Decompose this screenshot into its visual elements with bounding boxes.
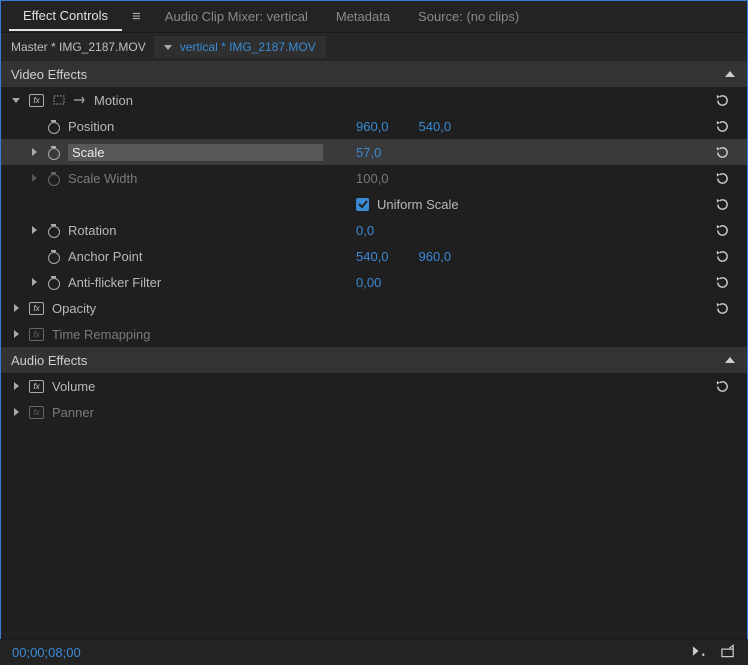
stopwatch-icon[interactable]: [47, 276, 60, 289]
anchor-point-row: Anchor Point 540,0 960,0: [1, 243, 747, 269]
twirl-closed-icon[interactable]: [29, 226, 39, 234]
tab-source[interactable]: Source: (no clips): [404, 3, 533, 30]
scale-width-row: Scale Width 100,0: [1, 165, 747, 191]
fx-badge-icon[interactable]: fx: [29, 406, 44, 419]
export-frame-icon[interactable]: [721, 644, 736, 661]
anti-flicker-label: Anti-flicker Filter: [68, 275, 356, 290]
scale-row[interactable]: Scale 57,0: [1, 139, 747, 165]
scale-width-value: 100,0: [356, 171, 389, 186]
panel-tabs: Effect Controls ≡ Audio Clip Mixer: vert…: [1, 1, 747, 33]
timecode-display[interactable]: 00;00;08;00: [12, 645, 81, 660]
motion-label: Motion: [94, 93, 356, 108]
position-label: Position: [68, 119, 356, 134]
fx-badge-icon[interactable]: fx: [29, 380, 44, 393]
reset-button[interactable]: [713, 196, 731, 212]
rotation-row: Rotation 0,0: [1, 217, 747, 243]
master-clip-label: Master * IMG_2187.MOV: [11, 40, 146, 54]
reset-button[interactable]: [713, 274, 731, 290]
sequence-clip-label: vertical * IMG_2187.MOV: [180, 40, 316, 54]
scale-width-label: Scale Width: [68, 171, 356, 186]
time-remapping-row[interactable]: fx Time Remapping: [1, 321, 747, 347]
fx-badge-icon[interactable]: fx: [29, 328, 44, 341]
uniform-scale-checkbox[interactable]: [356, 198, 369, 211]
twirl-closed-icon[interactable]: [29, 278, 39, 286]
audio-effects-header[interactable]: Audio Effects: [1, 347, 747, 373]
anchor-y-value[interactable]: 960,0: [419, 249, 452, 264]
anchor-point-label: Anchor Point: [68, 249, 356, 264]
twirl-open-icon[interactable]: [11, 98, 21, 103]
tab-audio-mixer[interactable]: Audio Clip Mixer: vertical: [151, 3, 322, 30]
motion-tool-icons: [52, 93, 86, 107]
twirl-closed-icon[interactable]: [11, 408, 21, 416]
reset-button[interactable]: [713, 92, 731, 108]
volume-label: Volume: [52, 379, 356, 394]
motion-effect-row[interactable]: fx Motion: [1, 87, 747, 113]
tab-metadata[interactable]: Metadata: [322, 3, 404, 30]
fx-badge-icon[interactable]: fx: [29, 302, 44, 315]
stopwatch-icon[interactable]: [47, 146, 60, 159]
section-title: Audio Effects: [11, 353, 87, 368]
opacity-label: Opacity: [52, 301, 356, 316]
stopwatch-icon: [47, 172, 60, 185]
sequence-clip-button[interactable]: vertical * IMG_2187.MOV: [154, 36, 326, 58]
position-x-value[interactable]: 960,0: [356, 119, 389, 134]
panner-label: Panner: [52, 405, 356, 420]
twirl-closed-icon[interactable]: [11, 382, 21, 390]
reset-button[interactable]: [713, 378, 731, 394]
section-title: Video Effects: [11, 67, 87, 82]
twirl-closed-icon: [29, 174, 39, 182]
stopwatch-icon[interactable]: [47, 250, 60, 263]
footer-bar: 00;00;08;00: [0, 639, 748, 665]
stopwatch-icon[interactable]: [47, 224, 60, 237]
anti-flicker-row: Anti-flicker Filter 0,00: [1, 269, 747, 295]
scale-label: Scale: [68, 144, 323, 161]
uniform-scale-row: Uniform Scale: [1, 191, 747, 217]
time-remapping-label: Time Remapping: [52, 327, 356, 342]
reset-button[interactable]: [713, 300, 731, 316]
stopwatch-icon[interactable]: [47, 120, 60, 133]
reset-button[interactable]: [713, 144, 731, 160]
twirl-closed-icon[interactable]: [11, 330, 21, 338]
panel-menu-icon[interactable]: ≡: [122, 8, 151, 25]
collapse-icon: [725, 357, 735, 363]
reset-button[interactable]: [713, 118, 731, 134]
chevron-down-icon: [164, 45, 172, 50]
source-bar: Master * IMG_2187.MOV vertical * IMG_218…: [1, 33, 747, 61]
anti-flicker-value[interactable]: 0,00: [356, 275, 381, 290]
opacity-effect-row[interactable]: fx Opacity: [1, 295, 747, 321]
position-y-value[interactable]: 540,0: [419, 119, 452, 134]
panner-effect-row[interactable]: fx Panner: [1, 399, 747, 425]
rotation-value[interactable]: 0,0: [356, 223, 374, 238]
scale-value[interactable]: 57,0: [356, 145, 381, 160]
anchor-x-value[interactable]: 540,0: [356, 249, 389, 264]
video-effects-header[interactable]: Video Effects: [1, 61, 747, 87]
reset-button[interactable]: [713, 222, 731, 238]
position-row: Position 960,0 540,0: [1, 113, 747, 139]
play-only-icon[interactable]: [692, 644, 707, 661]
tab-effect-controls[interactable]: Effect Controls: [9, 2, 122, 31]
reset-button[interactable]: [713, 170, 731, 186]
fx-badge-icon[interactable]: fx: [29, 94, 44, 107]
rotation-label: Rotation: [68, 223, 356, 238]
volume-effect-row[interactable]: fx Volume: [1, 373, 747, 399]
reset-button[interactable]: [713, 248, 731, 264]
uniform-scale-label: Uniform Scale: [377, 197, 459, 212]
twirl-closed-icon[interactable]: [29, 148, 39, 156]
collapse-icon: [725, 71, 735, 77]
twirl-closed-icon[interactable]: [11, 304, 21, 312]
